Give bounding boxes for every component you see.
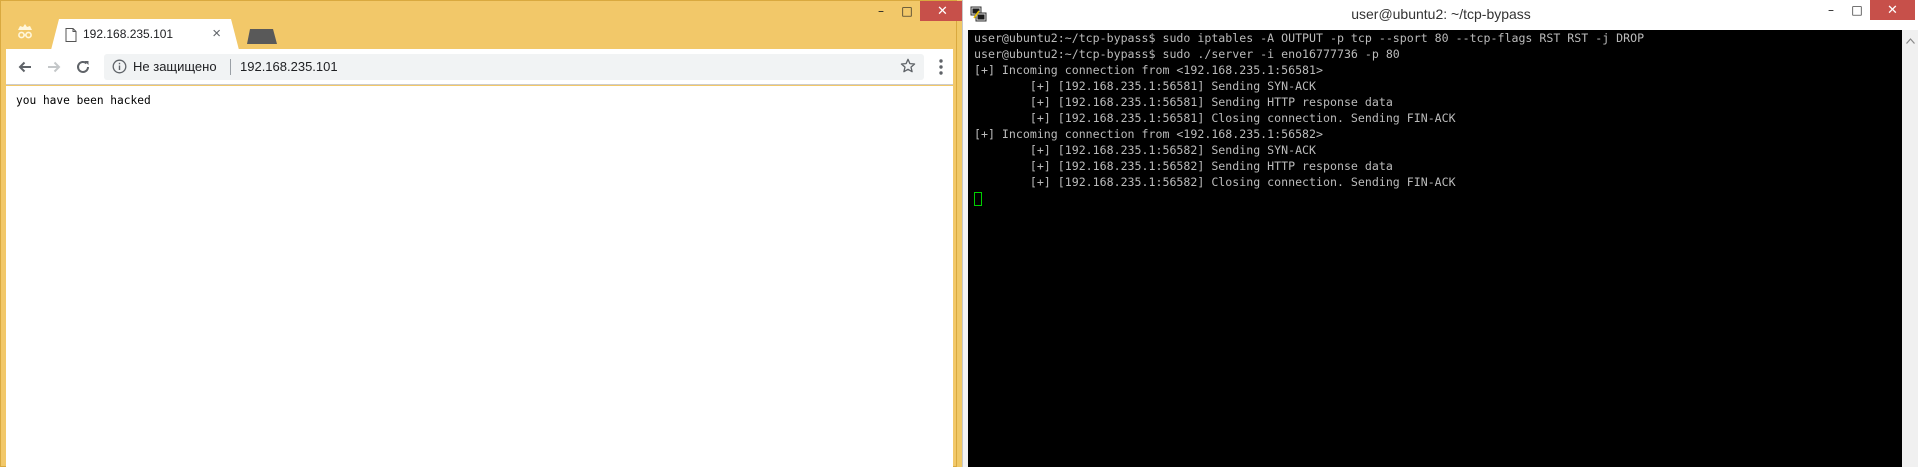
terminal-line: user@ubuntu2:~/tcp-bypass$ sudo iptables…: [974, 31, 1645, 45]
terminal-line: [+] [192.168.235.1:56582] Sending HTTP r…: [974, 159, 1393, 173]
url-text[interactable]: 192.168.235.101: [240, 59, 338, 74]
arrow-right-icon: [48, 61, 61, 73]
omnibox-divider: [230, 59, 231, 75]
incognito-icon: [18, 24, 32, 39]
terminal-line: [+] Incoming connection from <192.168.23…: [974, 63, 1324, 77]
info-icon[interactable]: [112, 59, 127, 74]
page-body-text: you have been hacked: [16, 94, 151, 107]
arrow-left-icon: [18, 61, 31, 73]
more-vert-icon[interactable]: [934, 57, 948, 77]
browser-window-controls: – □ ✕: [868, 1, 965, 22]
terminal-window-controls: – □ ✕: [1818, 0, 1915, 21]
maximize-button[interactable]: □: [1844, 0, 1870, 20]
terminal-line: [+] [192.168.235.1:56582] Sending SYN-AC…: [974, 143, 1317, 157]
star-icon[interactable]: [900, 58, 916, 74]
security-label: Не защищено: [133, 59, 217, 74]
close-button[interactable]: ✕: [1870, 0, 1915, 20]
tab-close-icon[interactable]: ×: [212, 25, 221, 42]
close-button[interactable]: ✕: [920, 1, 965, 21]
page-content: you have been hacked: [6, 86, 953, 467]
scroll-up-icon[interactable]: [1906, 38, 1915, 44]
new-tab-button[interactable]: [247, 29, 277, 44]
back-button[interactable]: [14, 56, 36, 78]
minimize-button[interactable]: –: [1818, 0, 1844, 20]
page-icon: [65, 28, 77, 42]
forward-button[interactable]: [43, 56, 65, 78]
reload-icon: [77, 60, 89, 73]
terminal-line: user@ubuntu2:~/tcp-bypass$ sudo ./server…: [974, 47, 1400, 61]
browser-toolbar: Не защищено 192.168.235.101: [6, 49, 953, 85]
reload-button[interactable]: [72, 56, 94, 78]
terminal-line: [+] [192.168.235.1:56581] Sending HTTP r…: [974, 95, 1393, 109]
browser-window: 192.168.235.101 × – □ ✕ Не защищено 192.…: [0, 0, 965, 467]
terminal-line: [+] [192.168.235.1:56581] Sending SYN-AC…: [974, 79, 1317, 93]
terminal-window: user@ubuntu2: ~/tcp-bypass – □ ✕ user@ub…: [962, 0, 1918, 467]
maximize-button[interactable]: □: [894, 1, 920, 21]
tab-title: 192.168.235.101: [83, 27, 174, 41]
terminal-line: [+] Incoming connection from <192.168.23…: [974, 127, 1324, 141]
terminal-titlebar: user@ubuntu2: ~/tcp-bypass – □ ✕: [963, 0, 1918, 30]
browser-titlebar: 192.168.235.101 × – □ ✕: [1, 1, 965, 50]
terminal-output[interactable]: user@ubuntu2:~/tcp-bypass$ sudo iptables…: [968, 30, 1902, 467]
browser-tab[interactable]: 192.168.235.101 ×: [51, 19, 239, 50]
terminal-line: [+] [192.168.235.1:56582] Closing connec…: [974, 175, 1456, 189]
terminal-cursor: [974, 192, 982, 206]
address-bar[interactable]: Не защищено 192.168.235.101: [104, 54, 924, 80]
minimize-button[interactable]: –: [868, 1, 894, 21]
terminal-line: [+] [192.168.235.1:56581] Closing connec…: [974, 111, 1456, 125]
terminal-scrollbar[interactable]: [1902, 30, 1918, 467]
terminal-title: user@ubuntu2: ~/tcp-bypass: [1351, 6, 1531, 22]
